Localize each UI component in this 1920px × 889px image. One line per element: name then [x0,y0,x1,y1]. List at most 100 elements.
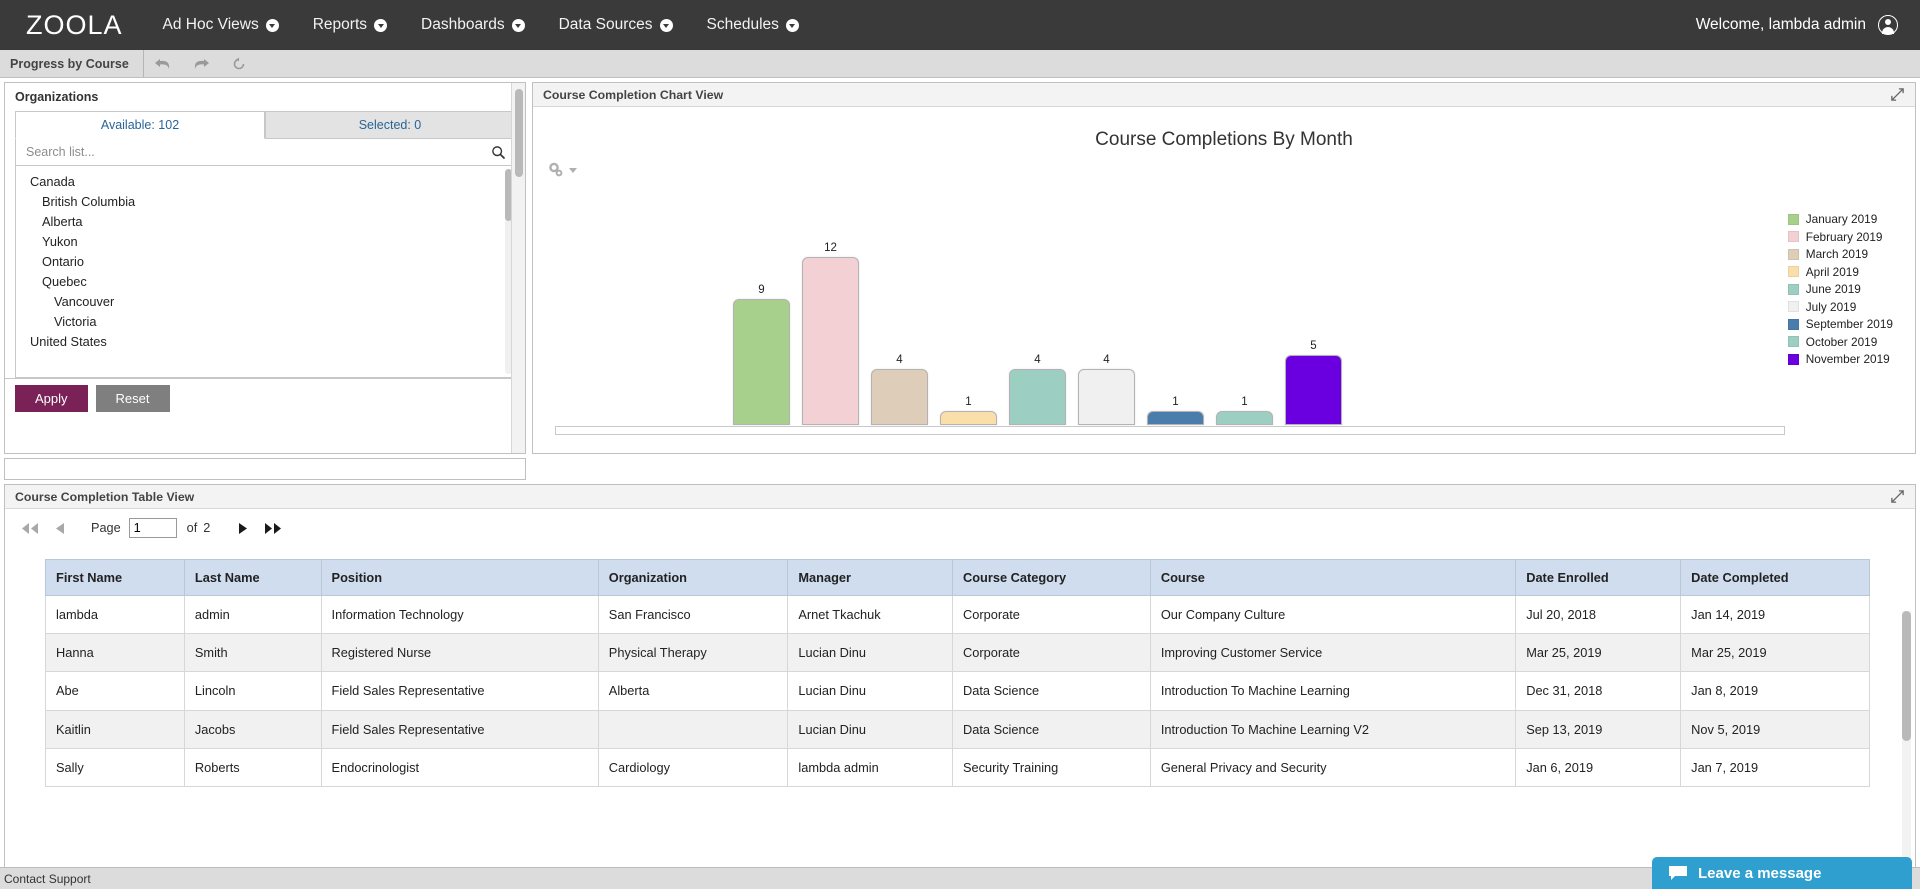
welcome-text: Welcome, lambda admin [1695,16,1866,33]
chart-bar-group: 1 [1216,225,1273,425]
tree-item[interactable]: United States [16,331,514,351]
tree-item[interactable]: Yukon [16,231,514,251]
footer-bar: Contact Support [0,867,1920,889]
tab-selected[interactable]: Selected: 0 [265,111,515,139]
table-column-header[interactable]: Organization [597,559,789,596]
table-cell: Registered Nurse [320,633,599,673]
table-row[interactable]: lambda admin Information Technology San Fra… [45,594,1870,635]
legend-swatch [1787,318,1799,330]
table-column-header[interactable]: Manager [787,559,953,596]
table-row[interactable]: Hanna Smith Registered Nurse Physical Thera… [45,633,1870,673]
legend-item[interactable]: October 2019 [1787,335,1893,349]
reset-button[interactable]: Reset [95,385,170,412]
table-column-header[interactable]: First Name [45,559,185,596]
table-vertical-scrollbar[interactable] [1902,611,1911,883]
filter-panel-scrollbar[interactable] [511,83,525,453]
tree-item[interactable]: Quebec [16,271,514,291]
redo-button[interactable] [182,50,220,77]
chart-bar[interactable] [1147,411,1204,425]
nav-item-reports[interactable]: Reports [313,16,388,34]
chart-bar[interactable] [1078,369,1135,425]
tab-available[interactable]: Available: 102 [15,111,265,139]
undo-button[interactable] [144,50,182,77]
table-cell [597,709,789,749]
chart-bar-group: 9 [733,225,790,425]
apply-button[interactable]: Apply [15,385,88,412]
contact-support-link[interactable]: Contact Support [4,872,91,886]
legend-swatch [1787,336,1799,347]
table-cell: Abe [45,671,185,711]
user-menu[interactable]: Welcome, lambda admin [1696,15,1898,35]
table-cell: Kaitlin [45,709,185,749]
nav-item-ad-hoc-views[interactable]: Ad Hoc Views [163,16,279,34]
first-page-button[interactable] [15,517,45,539]
chart-bar[interactable] [871,369,928,425]
nav-label: Schedules [706,16,779,33]
chart-bar-group: 1 [940,225,997,425]
user-avatar-icon[interactable] [1878,15,1898,35]
chart-bar[interactable] [733,299,790,425]
table-cell: Cardiology [597,747,789,787]
table-column-header[interactable]: Date Completed [1680,559,1870,596]
legend-item[interactable]: November 2019 [1787,352,1893,366]
chart-bar-group: 4 [1078,225,1135,425]
table-cell: Lucian Dinu [787,709,953,749]
zoola-logo[interactable]: ZOOLA [26,10,123,41]
search-icon[interactable] [491,145,506,160]
legend-item[interactable]: April 2019 [1787,265,1893,279]
table-row[interactable]: Sally Roberts Endocrinologist Cardiology lam… [45,747,1870,787]
report-toolbar: Progress by Course [0,50,1920,78]
prev-page-button[interactable] [45,517,75,539]
nav-item-data-sources[interactable]: Data Sources [559,16,673,34]
legend-label: July 2019 [1805,299,1857,314]
first-page-icon [22,522,38,534]
search-input[interactable] [24,144,491,160]
revert-button[interactable] [220,50,258,77]
chart-bar[interactable] [1285,355,1342,425]
chart-bar[interactable] [940,411,997,425]
table-cell: Physical Therapy [597,633,789,673]
last-page-button[interactable] [258,517,288,539]
chart-legend: January 2019 February 2019 March 2019 April… [1787,212,1893,366]
next-page-button[interactable] [228,517,258,539]
leave-a-message-widget[interactable]: Leave a message [1652,857,1912,889]
expand-diagonal-icon[interactable] [1890,489,1905,504]
chart-bar-group: 4 [1009,225,1066,425]
chart-settings-gear-icon[interactable] [547,159,577,181]
tree-item[interactable]: Victoria [16,311,514,331]
table-row[interactable]: Kaitlin Jacobs Field Sales Representative L… [45,709,1870,749]
table-column-header[interactable]: Position [320,559,599,596]
table-column-header[interactable]: Course Category [951,559,1151,596]
table-column-header[interactable]: Course [1149,559,1517,596]
table-column-header[interactable]: Last Name [183,559,322,596]
chevron-down-circle-icon [659,18,673,32]
prev-page-icon [56,522,64,534]
table-cell: Jacobs [183,709,322,749]
legend-item[interactable]: February 2019 [1787,230,1893,244]
expand-diagonal-icon[interactable] [1890,87,1905,102]
tree-item[interactable]: Ontario [16,251,514,271]
legend-item[interactable]: July 2019 [1787,299,1893,314]
tree-item[interactable]: Vancouver [16,291,514,311]
chart-bar[interactable] [802,257,859,425]
redo-arrow-icon [194,58,209,69]
nav-item-dashboards[interactable]: Dashboards [421,16,525,34]
chat-widget-label: Leave a message [1698,864,1822,882]
table-cell: Our Company Culture [1149,594,1517,635]
table-vertical-scrollbar-thumb[interactable] [1902,611,1911,741]
tree-item[interactable]: British Columbia [16,191,514,211]
legend-item[interactable]: January 2019 [1787,212,1893,226]
chart-bar[interactable] [1216,411,1273,425]
legend-item[interactable]: September 2019 [1787,317,1893,331]
page-number-input[interactable] [128,518,177,538]
nav-item-schedules[interactable]: Schedules [707,16,799,34]
chart-bar[interactable] [1009,369,1066,425]
tree-item[interactable]: Canada [16,171,514,191]
legend-item[interactable]: March 2019 [1787,247,1893,261]
table-column-header[interactable]: Date Enrolled [1515,559,1682,596]
filter-panel-scrollbar-thumb[interactable] [515,89,523,177]
legend-item[interactable]: June 2019 [1787,282,1893,296]
tree-item[interactable]: Alberta [16,211,514,231]
table-row[interactable]: Abe Lincoln Field Sales Representative Albe… [45,671,1870,711]
table-cell: Jan 6, 2019 [1515,747,1682,787]
